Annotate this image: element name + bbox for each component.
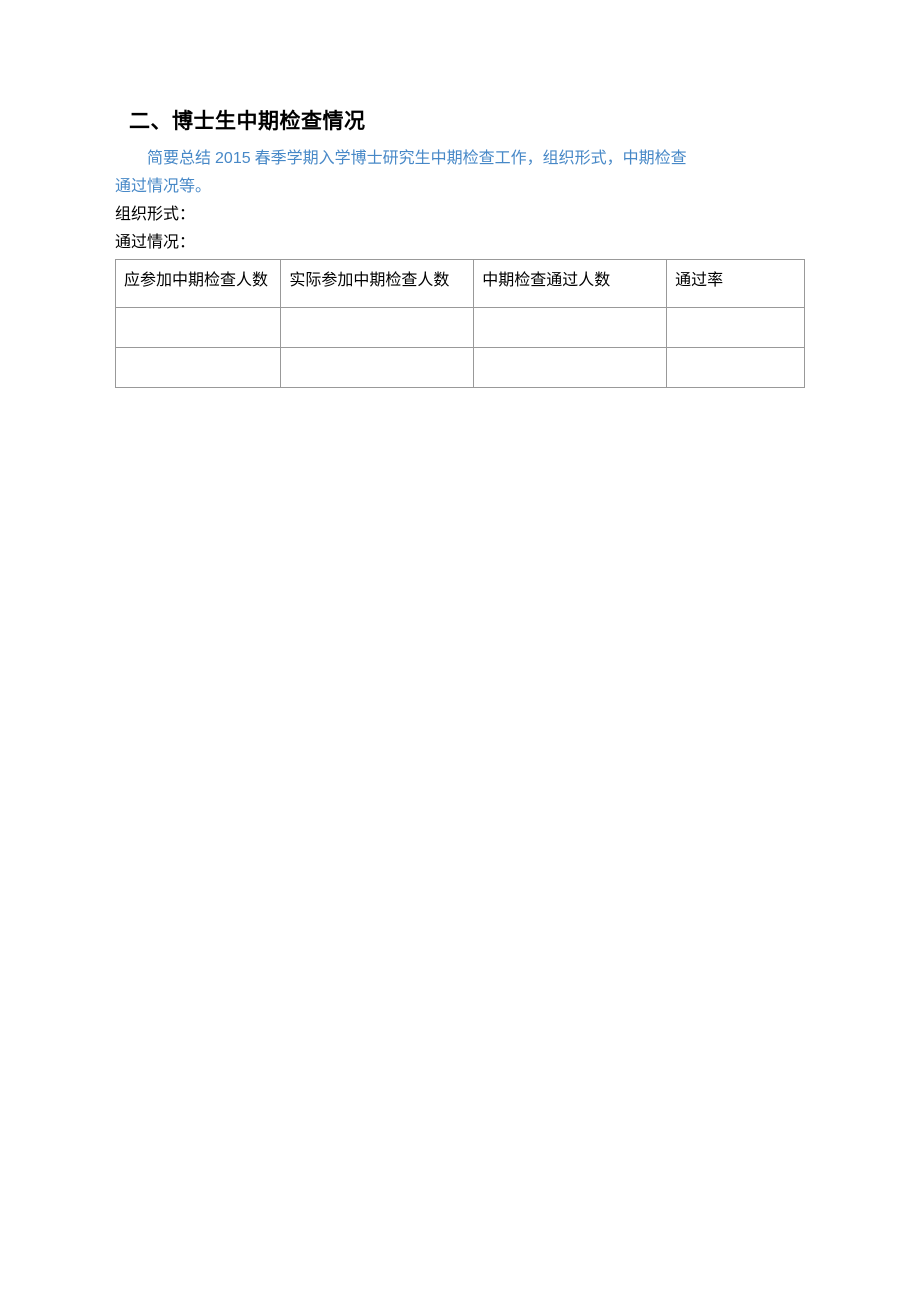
- intro-text-part2: 春季学期入学博士研究生中期检查工作，组织形式，中期检查: [251, 150, 687, 167]
- cell-r2c2: [281, 348, 474, 388]
- cell-r2c1: [116, 348, 281, 388]
- cell-r2c3: [474, 348, 667, 388]
- intro-year: 2015: [215, 150, 251, 167]
- intro-paragraph-line2: 通过情况等。: [115, 175, 805, 199]
- midterm-check-table: 应参加中期检查人数 实际参加中期检查人数 中期检查通过人数 通过率: [115, 259, 805, 388]
- cell-r2c4: [667, 348, 805, 388]
- pass-status-label: 通过情况：: [115, 231, 805, 255]
- table-row: [116, 308, 805, 348]
- cell-r1c4: [667, 308, 805, 348]
- org-form-label: 组织形式：: [115, 203, 805, 227]
- header-col4: 通过率: [667, 260, 805, 308]
- header-col1: 应参加中期检查人数: [116, 260, 281, 308]
- cell-r1c2: [281, 308, 474, 348]
- cell-r1c1: [116, 308, 281, 348]
- intro-paragraph-line1: 简要总结 2015 春季学期入学博士研究生中期检查工作，组织形式，中期检查: [115, 147, 805, 171]
- cell-r1c3: [474, 308, 667, 348]
- table-header-row: 应参加中期检查人数 实际参加中期检查人数 中期检查通过人数 通过率: [116, 260, 805, 308]
- intro-text-part1: 简要总结: [147, 150, 215, 167]
- header-col3: 中期检查通过人数: [474, 260, 667, 308]
- table-row: [116, 348, 805, 388]
- section-heading: 二、博士生中期检查情况: [129, 105, 805, 135]
- header-col2: 实际参加中期检查人数: [281, 260, 474, 308]
